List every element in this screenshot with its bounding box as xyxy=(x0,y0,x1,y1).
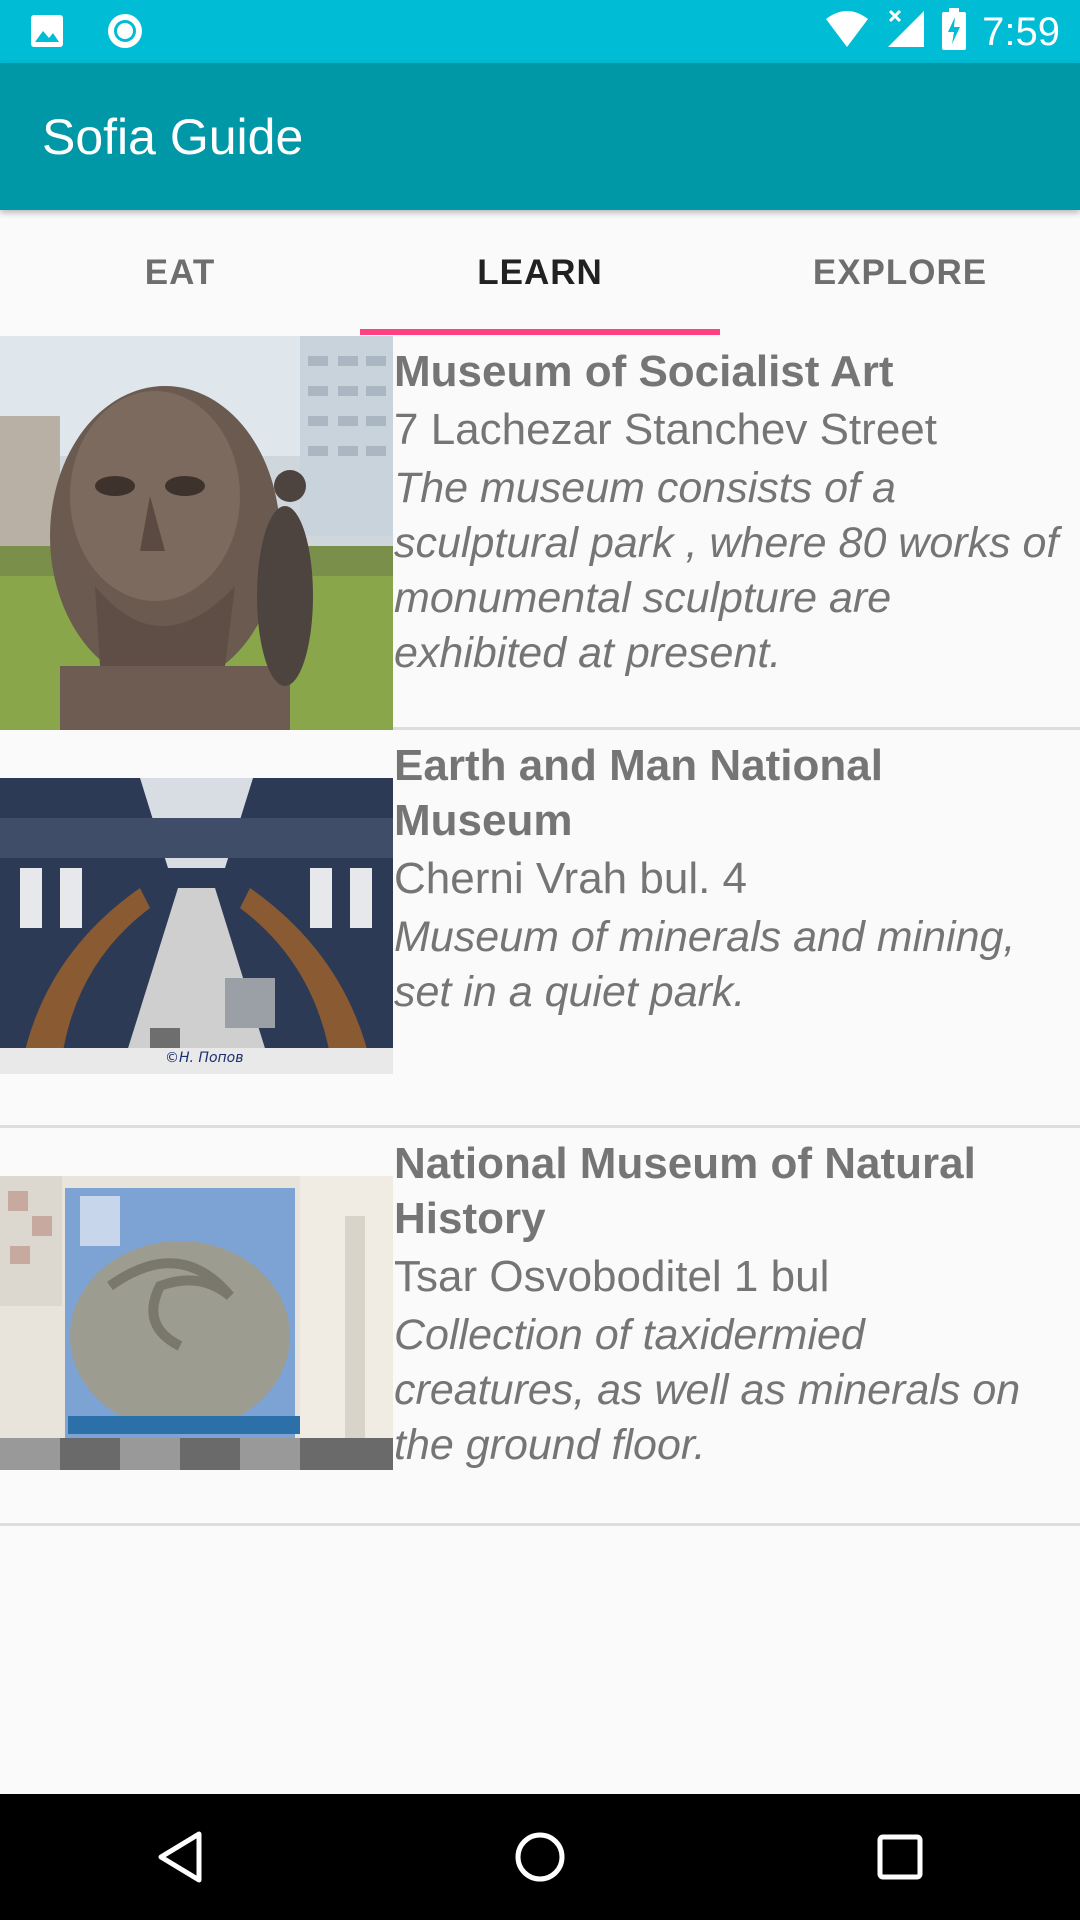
recents-icon[interactable] xyxy=(840,1797,960,1917)
place-list: Museum of Socialist Art 7 Lachezar Stanc… xyxy=(0,336,1080,1526)
circle-notification-icon xyxy=(106,12,144,55)
system-nav-bar xyxy=(0,1794,1080,1920)
tab-bar: EAT LEARN EXPLORE xyxy=(0,210,1080,336)
list-item[interactable]: Museum of Socialist Art 7 Lachezar Stanc… xyxy=(0,336,1080,730)
app-title: Sofia Guide xyxy=(42,109,304,165)
tab-explore[interactable]: EXPLORE xyxy=(720,210,1080,336)
wifi-icon xyxy=(824,9,870,54)
item-description: The museum consists of a sculptural park… xyxy=(394,464,1059,677)
tab-eat[interactable]: EAT xyxy=(0,210,360,336)
battery-charging-icon xyxy=(942,8,967,55)
item-description: Museum of minerals and mining, set in a … xyxy=(394,913,1016,1016)
item-title: Earth and Man National Museum xyxy=(394,741,883,845)
item-address: Tsar Osvoboditel 1 bul xyxy=(394,1252,830,1301)
item-description: Collection of taxidermied creatures, as … xyxy=(394,1311,1021,1469)
natural-history-museum-image xyxy=(0,1176,393,1470)
image-caption: ©Н. Попов xyxy=(165,1050,244,1066)
list-item[interactable]: ©Н. Попов Earth and Man National Museum … xyxy=(0,730,1080,1128)
signal-icon xyxy=(886,9,926,54)
image-icon xyxy=(30,14,64,53)
list-item[interactable]: National Museum of Natural History Tsar … xyxy=(0,1128,1080,1526)
item-title: Museum of Socialist Art xyxy=(394,347,894,396)
item-title: National Museum of Natural History xyxy=(394,1139,976,1243)
status-time: 7:59 xyxy=(982,9,1060,54)
status-bar: 7:59 xyxy=(0,0,1080,63)
tab-indicator xyxy=(360,329,720,335)
item-address: 7 Lachezar Stanchev Street xyxy=(394,405,937,454)
tab-learn[interactable]: LEARN xyxy=(360,210,720,336)
home-icon[interactable] xyxy=(480,1797,600,1917)
app-bar: Sofia Guide xyxy=(0,63,1080,210)
museum-socialist-art-image xyxy=(0,336,393,730)
back-icon[interactable] xyxy=(120,1797,240,1917)
item-address: Cherni Vrah bul. 4 xyxy=(394,854,748,903)
earth-and-man-museum-image: ©Н. Попов xyxy=(0,778,393,1074)
